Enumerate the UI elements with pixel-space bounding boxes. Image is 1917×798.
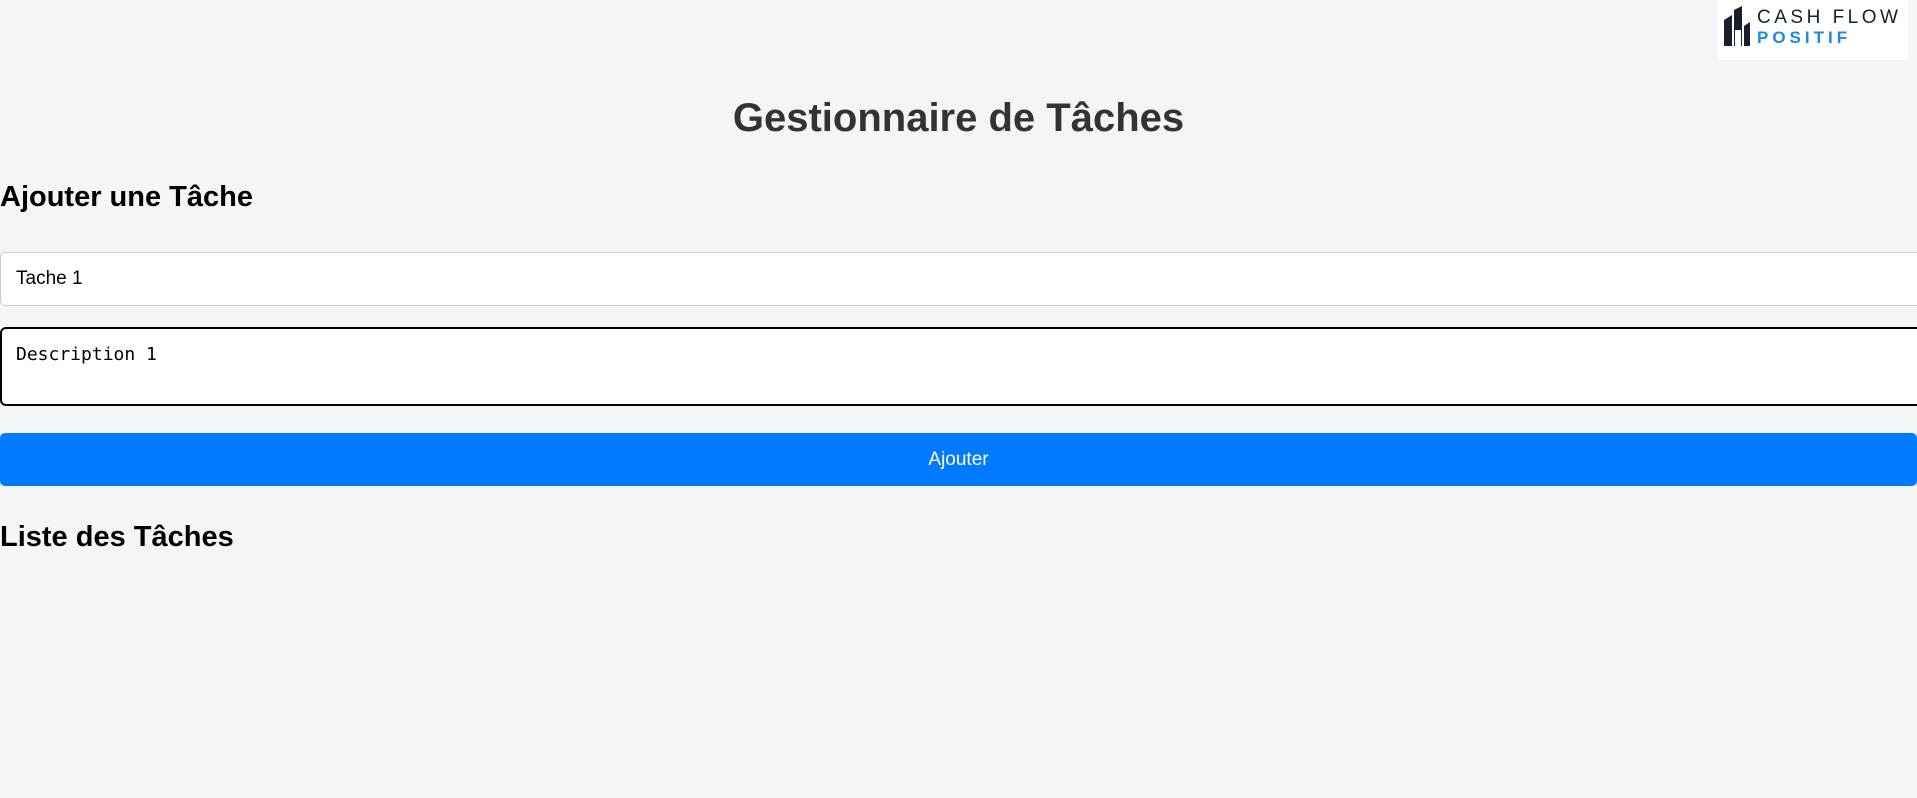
task-list-heading: Liste des Tâches	[0, 521, 234, 553]
brand-name-line2: POSITIF	[1757, 28, 1852, 47]
building-icon	[1724, 6, 1750, 46]
add-task-button[interactable]: Ajouter	[0, 433, 1917, 486]
page: CASH FLOW POSITIF Gestionnaire de Tâches…	[0, 0, 1917, 798]
brand-logo: CASH FLOW POSITIF	[1718, 0, 1908, 60]
task-title-input[interactable]	[0, 252, 1917, 306]
brand-name-line1: CASH FLOW	[1757, 7, 1902, 28]
task-description-input[interactable]: Description 1	[0, 327, 1917, 406]
add-task-heading: Ajouter une Tâche	[0, 181, 253, 213]
page-title: Gestionnaire de Tâches	[732, 96, 1185, 140]
